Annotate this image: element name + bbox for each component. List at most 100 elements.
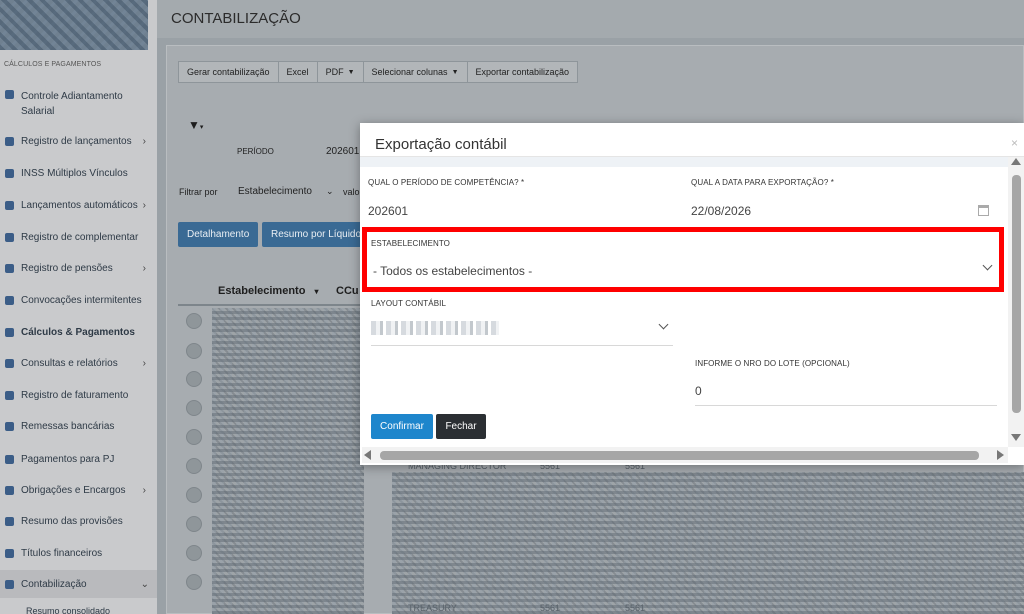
sidebar-item-lancamentos-automaticos[interactable]: Lançamentos automáticos › <box>4 200 154 211</box>
row-view-icon[interactable] <box>186 429 202 445</box>
table-cell: 5561 <box>540 603 561 613</box>
sidebar-item-titulos[interactable]: Títulos financeiros <box>4 548 154 559</box>
column-header-ccu[interactable]: CCu <box>336 285 359 297</box>
sidebar-item-registro-lancamentos[interactable]: Registro de lançamentos › <box>4 136 154 147</box>
money-bag-icon <box>4 328 17 338</box>
sidebar-item-label: INSS Múltiplos Vínculos <box>21 168 128 179</box>
filter-icon[interactable]: ▼▾ <box>188 118 203 132</box>
sidebar-item-label: Títulos financeiros <box>21 548 103 559</box>
row-view-icon[interactable] <box>186 458 202 474</box>
document-icon <box>4 579 17 590</box>
sidebar-subitem-resumo[interactable]: Resumo consolidado <box>26 606 110 614</box>
sidebar-item-provisoes[interactable]: Resumo das provisões <box>4 516 154 527</box>
row-view-icon[interactable] <box>186 545 202 561</box>
modal-divider <box>360 157 1010 167</box>
sidebar-item-label: Resumo das provisões <box>21 516 123 527</box>
vertical-scrollbar-thumb[interactable] <box>1012 175 1021 413</box>
sidebar-item-label: Remessas bancárias <box>21 421 115 432</box>
sidebar-item-label: Pagamentos para PJ <box>21 454 115 465</box>
scroll-down-icon[interactable] <box>1011 434 1021 441</box>
field-underline <box>695 405 997 406</box>
sidebar-item-registro-pensoes[interactable]: Registro de pensões › <box>4 263 154 274</box>
sidebar-item-registro-complementar[interactable]: Registro de complementar <box>4 232 154 243</box>
sidebar-item-label: Convocações intermitentes <box>21 295 142 306</box>
sidebar-item-obrigacoes[interactable]: Obrigações e Encargos › <box>4 485 154 496</box>
document-icon <box>4 455 17 465</box>
sidebar-item-remessas[interactable]: Remessas bancárias <box>4 421 154 432</box>
sidebar-item-label: Consultas e relatórios <box>21 358 118 369</box>
bar-chart-icon <box>4 517 17 527</box>
gerar-contabilizacao-button[interactable]: Gerar contabilização <box>178 61 279 83</box>
lote-input[interactable]: 0 <box>695 384 702 398</box>
pdf-button[interactable]: PDF ▼ <box>316 61 364 83</box>
caret-down-icon: ▼ <box>347 68 355 76</box>
document-icon <box>4 422 17 432</box>
sidebar-item-calculos-pagamentos[interactable]: Cálculos & Pagamentos <box>4 327 154 338</box>
scroll-left-icon[interactable] <box>364 450 371 460</box>
scroll-up-icon[interactable] <box>1011 158 1021 165</box>
layout-contabil-select-redacted[interactable] <box>371 321 499 335</box>
edit-icon <box>4 137 17 147</box>
row-view-icon[interactable] <box>186 516 202 532</box>
close-button[interactable]: Fechar <box>436 414 486 439</box>
row-view-icon[interactable] <box>186 400 202 416</box>
confirm-button[interactable]: Confirmar <box>371 414 433 439</box>
row-view-icon[interactable] <box>186 487 202 503</box>
scroll-right-icon[interactable] <box>997 450 1004 460</box>
chevron-right-icon: › <box>142 485 146 496</box>
sidebar-section-label: CÁLCULOS E PAGAMENTOS <box>4 61 102 68</box>
modal-title: Exportação contábil <box>375 136 507 153</box>
row-view-icon[interactable] <box>186 371 202 387</box>
lote-label: INFORME O NRO DO LOTE (OPCIONAL) <box>695 359 850 368</box>
row-view-icon[interactable] <box>186 313 202 329</box>
sidebar-item-label: Controle Adiantamento Salarial <box>21 91 123 117</box>
horizontal-scrollbar-thumb[interactable] <box>380 451 979 460</box>
calendar-icon[interactable] <box>978 205 989 216</box>
excel-button[interactable]: Excel <box>277 61 318 83</box>
close-icon[interactable]: × <box>1011 136 1018 150</box>
periodo-competencia-input[interactable]: 202601 <box>368 204 408 218</box>
selecionar-colunas-button[interactable]: Selecionar colunas ▼ <box>362 61 468 83</box>
modal-header: Exportação contábil × <box>360 123 1024 157</box>
field-underline <box>371 345 673 346</box>
valor-label: valo <box>343 187 360 197</box>
chevron-right-icon: › <box>142 136 146 147</box>
sidebar-item-controle-adiantamento[interactable]: Controle Adiantamento Salarial <box>4 89 154 119</box>
filtrar-por-label: Filtrar por <box>179 187 218 197</box>
document-icon <box>4 359 17 369</box>
data-exportacao-input[interactable]: 22/08/2026 <box>691 204 751 218</box>
chevron-right-icon: › <box>142 263 146 274</box>
layout-contabil-label: LAYOUT CONTÁBIL <box>371 299 446 308</box>
sort-icon: ▾ <box>314 287 319 296</box>
sidebar-item-contabilizacao[interactable]: Contabilização ⌄ <box>0 570 157 598</box>
chevron-right-icon: › <box>142 200 146 211</box>
grid-icon <box>4 169 17 179</box>
column-header-estabelecimento[interactable]: Estabelecimento ▾ <box>218 285 319 297</box>
sidebar-item-inss[interactable]: INSS Múltiplos Vínculos <box>4 168 154 179</box>
detalhamento-button[interactable]: Detalhamento <box>178 222 259 247</box>
resumo-liquido-button[interactable]: Resumo por Líquido <box>262 222 371 247</box>
hand-money-icon <box>4 90 17 100</box>
row-view-icon[interactable] <box>186 574 202 590</box>
table-cell: 5561 <box>625 603 646 613</box>
table-cell: TREASURY <box>408 603 457 613</box>
sidebar-item-pagamentos-pj[interactable]: Pagamentos para PJ <box>4 454 154 465</box>
sidebar-item-label: Cálculos & Pagamentos <box>21 327 135 338</box>
balance-icon <box>4 264 17 274</box>
sidebar-item-consultas[interactable]: Consultas e relatórios › <box>4 358 154 369</box>
highlight-box <box>362 227 1004 292</box>
sidebar-item-faturamento[interactable]: Registro de faturamento <box>4 390 154 401</box>
sidebar-item-label: Registro de complementar <box>21 232 139 243</box>
avatar <box>0 0 148 50</box>
periodo-input[interactable]: 202601 <box>326 146 359 157</box>
header-underline <box>178 304 368 306</box>
exportar-contabilizacao-button[interactable]: Exportar contabilização <box>466 61 579 83</box>
chevron-right-icon: › <box>142 358 146 369</box>
sidebar-item-label: Registro de faturamento <box>21 390 129 401</box>
filtrar-por-select[interactable]: Estabelecimento ⌄ <box>238 186 333 197</box>
row-view-icon[interactable] <box>186 343 202 359</box>
card-icon <box>4 486 17 496</box>
sidebar-item-label: Registro de pensões <box>21 263 113 274</box>
sidebar-item-convocacoes[interactable]: Convocações intermitentes <box>4 295 154 306</box>
document-icon <box>4 391 17 401</box>
